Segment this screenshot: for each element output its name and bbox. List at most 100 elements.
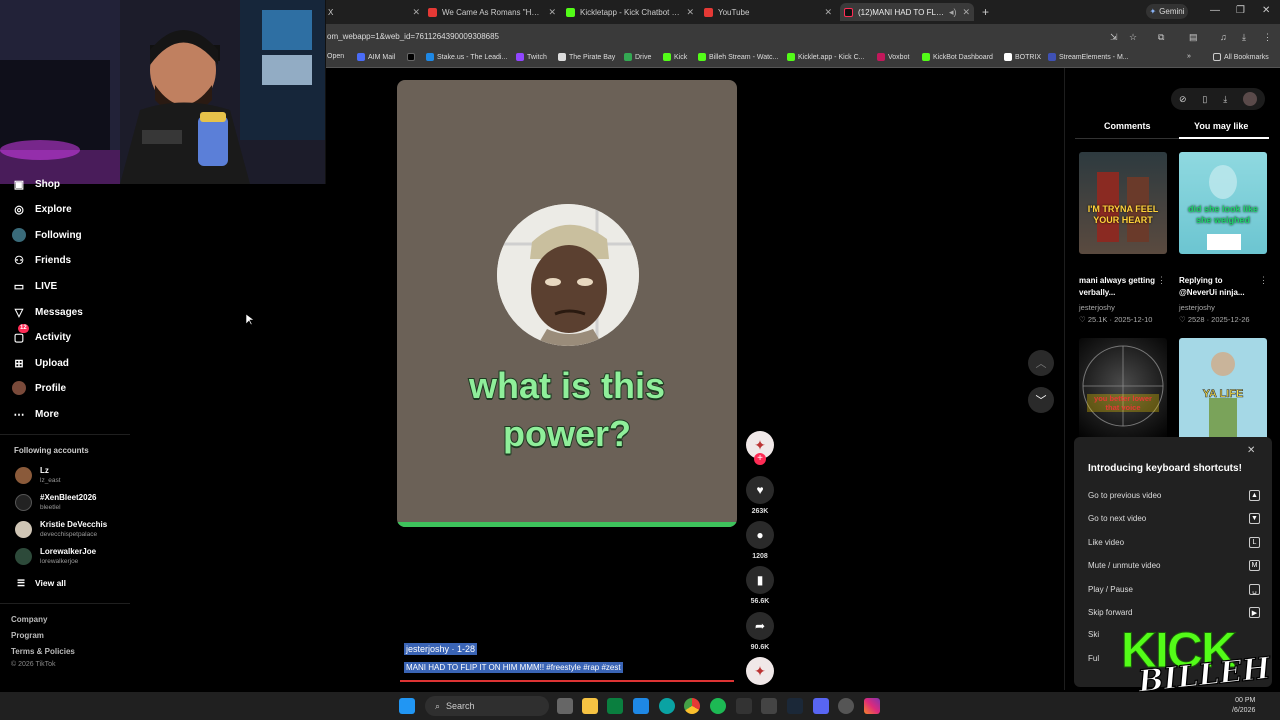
xbox-icon[interactable]: [761, 698, 777, 714]
bookmark-open[interactable]: Open: [327, 53, 344, 60]
bookmark-voxbot[interactable]: Voxbot: [877, 53, 909, 61]
video-description[interactable]: MANI HAD TO FLIP IT ON HIM MMM!! #freest…: [404, 662, 623, 673]
video-thumbnail[interactable]: YA LIFE: [1179, 338, 1267, 440]
bookmark-botrix[interactable]: BOTRIX: [1004, 53, 1041, 61]
bookmark-streamelements[interactable]: StreamElements - M...: [1048, 53, 1129, 61]
close-icon[interactable]: ✕: [548, 7, 556, 18]
like-button[interactable]: ♥ 263K: [746, 476, 774, 515]
bookmark-pirate-bay[interactable]: The Pirate Bay: [558, 53, 615, 61]
tab-youtube[interactable]: YouTube ✕: [704, 3, 832, 21]
close-icon[interactable]: ✕: [1247, 445, 1255, 456]
outlook-icon[interactable]: [633, 698, 649, 714]
nav-following[interactable]: Following: [12, 228, 82, 242]
tab-kicklet[interactable]: Kickletapp - Kick Chatbot and ✕: [566, 3, 694, 21]
epic-games-icon[interactable]: [736, 698, 752, 714]
share-button[interactable]: ➦ 90.6K: [746, 612, 774, 651]
sidepanel-icon[interactable]: ▤: [1189, 32, 1198, 43]
gemini-button[interactable]: ✦ Gemini: [1146, 4, 1188, 19]
tab-tiktok-active[interactable]: (12)MANI HAD TO FLIP IT O ◂) ✕: [840, 3, 974, 21]
edge-icon[interactable]: [659, 698, 675, 714]
discord-icon[interactable]: [813, 698, 829, 714]
close-icon[interactable]: ✕: [824, 7, 832, 18]
nav-profile[interactable]: Profile: [12, 381, 66, 395]
extensions-icon[interactable]: ⧉: [1158, 32, 1164, 43]
phone-icon[interactable]: ▯: [1202, 94, 1207, 105]
bookmark-aim-mail[interactable]: AIM Mail: [357, 53, 395, 61]
tab-we-came-as-romans[interactable]: We Came As Romans "Hope" ( ✕: [428, 3, 556, 21]
following-account[interactable]: LorewalkerJoe lorewalkerjoe: [15, 547, 96, 566]
comment-button[interactable]: ● 1208: [746, 521, 774, 560]
nav-upload[interactable]: ⊞ Upload: [12, 356, 69, 370]
video-title[interactable]: Replying to @NeverUi ninja...: [1179, 275, 1259, 299]
bookmark-x[interactable]: X: [407, 53, 415, 61]
nav-live[interactable]: ▭ LIVE: [12, 279, 57, 293]
tab-comments[interactable]: Comments: [1104, 121, 1151, 131]
nav-explore[interactable]: ◎ Explore: [12, 202, 72, 216]
bookmark-billeh-stream[interactable]: Billeh Stream - Watc...: [698, 53, 778, 61]
follow-plus-icon[interactable]: +: [754, 453, 766, 465]
video-thumbnail[interactable]: I'M TRYNA FEEL YOUR HEART: [1079, 152, 1167, 254]
nav-shop[interactable]: ▣ Shop: [12, 177, 60, 191]
nav-messages[interactable]: ▽ Messages: [12, 305, 83, 319]
close-icon[interactable]: ✕: [686, 7, 694, 18]
sound-avatar-button[interactable]: ✦: [746, 657, 774, 685]
video-progress-bar[interactable]: [397, 522, 737, 527]
bookmark-star-icon[interactable]: ☆: [1129, 32, 1137, 43]
taskbar-search[interactable]: ⌕ Search: [425, 696, 549, 716]
following-account[interactable]: #XenBleet2026 bleetlel: [15, 493, 96, 512]
store-icon[interactable]: [607, 698, 623, 714]
new-tab-button[interactable]: +: [982, 3, 996, 21]
bookmark-drive[interactable]: Drive: [624, 53, 651, 61]
close-icon[interactable]: ✕: [412, 7, 420, 18]
url-field[interactable]: om_webapp=1&web_id=7611264390009308685: [327, 32, 499, 41]
more-options-icon[interactable]: ⋮: [1259, 275, 1268, 286]
downloads-icon[interactable]: ⤓: [1242, 32, 1246, 43]
close-window-icon[interactable]: ✕: [1262, 5, 1270, 16]
steam-icon[interactable]: [787, 698, 803, 714]
following-account[interactable]: Kristie DeVecchis devecchispetpalace: [15, 520, 107, 539]
nav-more[interactable]: ⋯ More: [12, 407, 59, 421]
compass-icon[interactable]: ⊘: [1179, 94, 1187, 105]
chrome-icon[interactable]: [684, 698, 700, 714]
nav-activity[interactable]: ▢ 12 Activity: [12, 324, 71, 344]
bookmarks-overflow-icon[interactable]: »: [1187, 53, 1191, 60]
media-icon[interactable]: ♫: [1220, 32, 1227, 42]
system-clock[interactable]: 00 PM /6/2026: [1232, 696, 1255, 716]
bookmark-kick[interactable]: Kick: [663, 53, 687, 61]
menu-icon[interactable]: ⋮: [1263, 32, 1272, 43]
obs-icon[interactable]: [838, 698, 854, 714]
install-icon[interactable]: ⇲: [1110, 32, 1118, 43]
footer-terms[interactable]: Terms & Policies: [11, 647, 75, 656]
next-video-button[interactable]: ﹀: [1028, 387, 1054, 413]
windows-start-icon[interactable]: [399, 698, 415, 714]
footer-program[interactable]: Program: [11, 631, 44, 640]
footer-company[interactable]: Company: [11, 615, 47, 624]
maximize-icon[interactable]: ❐: [1236, 5, 1245, 16]
instagram-icon[interactable]: [864, 698, 880, 714]
bookmark-kickbot[interactable]: KickBot Dashboard: [922, 53, 993, 61]
tab-x[interactable]: X ✕: [328, 3, 420, 21]
video-thumbnail[interactable]: you better lower that voice: [1079, 338, 1167, 440]
minimize-icon[interactable]: —: [1210, 5, 1220, 16]
video-title[interactable]: mani always getting verbally...: [1079, 275, 1159, 299]
video-thumbnail[interactable]: did she look like she weighed: [1179, 152, 1267, 254]
creator-avatar-button[interactable]: ✦ +: [746, 431, 774, 465]
more-options-icon[interactable]: ⋮: [1157, 275, 1166, 286]
video-player[interactable]: what is this power?: [397, 80, 737, 527]
all-bookmarks[interactable]: All Bookmarks: [1213, 53, 1269, 61]
save-button[interactable]: ▮ 56.6K: [746, 566, 774, 605]
download-icon[interactable]: ⤓: [1223, 94, 1227, 105]
following-account[interactable]: Lz lz_east: [15, 466, 61, 485]
close-icon[interactable]: ✕: [962, 7, 970, 18]
tab-you-may-like[interactable]: You may like: [1194, 121, 1248, 131]
bookmark-twitch[interactable]: Twitch: [516, 53, 547, 61]
file-explorer-icon[interactable]: [582, 698, 598, 714]
task-view-icon[interactable]: [557, 698, 573, 714]
nav-friends[interactable]: ⚇ Friends: [12, 253, 71, 267]
bookmark-kicklet[interactable]: Kicklet.app - Kick C...: [787, 53, 865, 61]
previous-video-button[interactable]: ︿: [1028, 350, 1054, 376]
video-author[interactable]: jesterjoshy · 1-28: [404, 643, 478, 655]
user-avatar[interactable]: [1243, 92, 1258, 106]
spotify-icon[interactable]: [710, 698, 726, 714]
speaker-icon[interactable]: ◂): [949, 7, 957, 18]
